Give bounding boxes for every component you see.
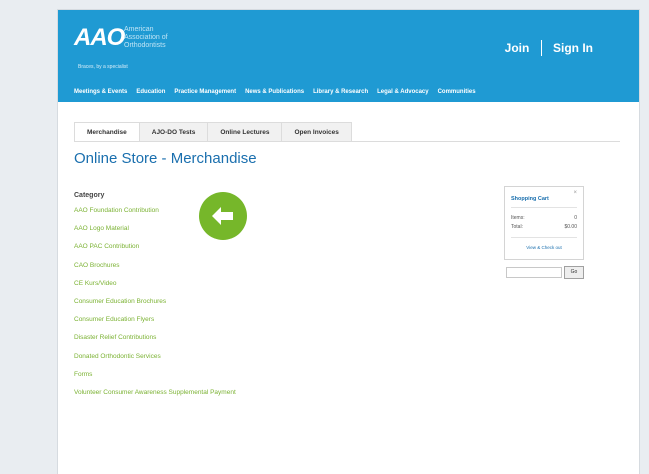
nav-practice-management[interactable]: Practice Management xyxy=(174,89,236,95)
close-icon[interactable]: × xyxy=(573,190,577,196)
auth-links: Join Sign In xyxy=(505,40,593,56)
store-tabs: Merchandise AJO-DO Tests Online Lectures… xyxy=(74,122,352,142)
search-input[interactable] xyxy=(506,267,562,278)
shopping-cart-widget: × Shopping Cart Items: 0 Total: $0.00 Vi… xyxy=(504,186,584,260)
tab-merchandise[interactable]: Merchandise xyxy=(74,122,140,142)
cart-total-label: Total: xyxy=(511,224,523,230)
logo-name-line3: Orthodontists xyxy=(124,42,166,49)
site-header: AAO American Association of Orthodontist… xyxy=(58,10,639,102)
category-link[interactable]: CE Kurs/Video xyxy=(74,279,236,297)
nav-meetings-events[interactable]: Meetings & Events xyxy=(74,89,127,95)
category-link[interactable]: Disaster Relief Contributions xyxy=(74,333,236,351)
category-heading: Category xyxy=(74,192,105,199)
category-link[interactable]: Volunteer Consumer Awareness Supplementa… xyxy=(74,388,236,406)
category-link[interactable]: Donated Orthodontic Services xyxy=(74,352,236,370)
tab-open-invoices[interactable]: Open Invoices xyxy=(281,122,352,142)
cart-divider xyxy=(511,237,577,238)
cart-divider xyxy=(511,207,577,208)
cart-items-value: 0 xyxy=(574,215,577,221)
logo-name: American Association of Orthodontists xyxy=(124,26,214,50)
nav-communities[interactable]: Communities xyxy=(438,89,476,95)
cart-total-value: $0.00 xyxy=(564,224,577,230)
tab-divider xyxy=(74,141,620,142)
nav-education[interactable]: Education xyxy=(136,89,165,95)
main-nav: Meetings & Events Education Practice Man… xyxy=(74,89,476,95)
cart-total-row: Total: $0.00 xyxy=(511,224,577,230)
arrow-left-icon-glyph xyxy=(212,207,233,225)
search-go-button[interactable]: Go xyxy=(564,266,584,279)
category-link[interactable]: CAO Brochures xyxy=(74,261,236,279)
logo-name-line1: American xyxy=(124,26,154,33)
logo-mark: AAO xyxy=(74,24,125,51)
view-checkout-link[interactable]: View & Check out xyxy=(505,245,583,250)
cart-items-row: Items: 0 xyxy=(511,215,577,221)
nav-legal-advocacy[interactable]: Legal & Advocacy xyxy=(377,89,428,95)
tab-online-lectures[interactable]: Online Lectures xyxy=(207,122,283,142)
nav-news-publications[interactable]: News & Publications xyxy=(245,89,304,95)
arrow-left-icon xyxy=(199,192,247,240)
cart-items-label: Items: xyxy=(511,215,525,221)
category-link[interactable]: AAO PAC Contribution xyxy=(74,242,236,260)
logo-tagline: Braces, by a specialist xyxy=(78,64,128,70)
auth-divider xyxy=(540,40,542,56)
logo-name-line2: Association of xyxy=(124,34,168,41)
cart-title: Shopping Cart xyxy=(511,196,549,202)
category-link[interactable]: Consumer Education Flyers xyxy=(74,315,236,333)
category-link[interactable]: Consumer Education Brochures xyxy=(74,297,236,315)
aao-logo[interactable]: AAO American Association of Orthodontist… xyxy=(74,22,214,72)
sign-in-link[interactable]: Sign In xyxy=(553,41,593,55)
nav-library-research[interactable]: Library & Research xyxy=(313,89,368,95)
page-title: Online Store - Merchandise xyxy=(74,150,257,167)
join-link[interactable]: Join xyxy=(505,41,530,55)
browser-page: AAO American Association of Orthodontist… xyxy=(58,10,639,474)
category-link[interactable]: Forms xyxy=(74,370,236,388)
tab-ajo-do-tests[interactable]: AJO-DO Tests xyxy=(138,122,209,142)
